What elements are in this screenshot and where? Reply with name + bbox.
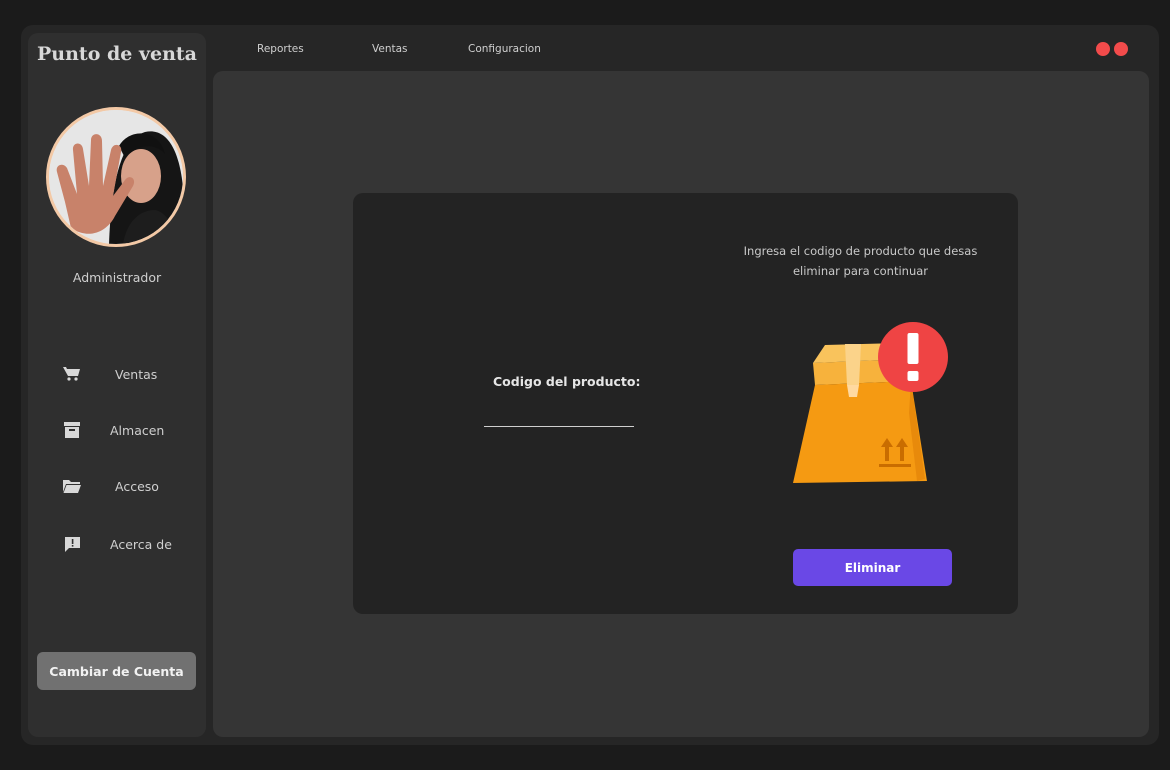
sidebar: Punto de venta Administrador Ventas Alma… (28, 33, 206, 737)
sidebar-item-ventas[interactable]: Ventas (62, 361, 202, 387)
folder-icon (62, 477, 82, 495)
archive-icon (62, 421, 82, 439)
avatar-photo (49, 110, 183, 244)
close-button[interactable] (1114, 42, 1128, 56)
sidebar-item-almacen[interactable]: Almacen (62, 417, 202, 443)
sidebar-item-acerca-de[interactable]: Acerca de (62, 531, 202, 557)
delete-button[interactable]: Eliminar (793, 549, 952, 586)
app-title: Punto de venta (37, 43, 197, 65)
user-name: Administrador (72, 270, 162, 285)
topnav-item-ventas[interactable]: Ventas (372, 43, 408, 55)
sidebar-item-label: Almacen (110, 422, 165, 438)
cart-icon (62, 365, 82, 383)
topnav-item-reportes[interactable]: Reportes (257, 43, 304, 55)
feedback-icon (62, 535, 82, 553)
product-code-input[interactable] (484, 404, 634, 427)
badge-text: ! (785, 321, 786, 322)
avatar (46, 107, 186, 247)
sidebar-item-label: Acceso (115, 478, 159, 494)
sidebar-item-acceso[interactable]: Acceso (62, 473, 202, 499)
delete-product-card: Codigo del producto: Ingresa el codigo d… (353, 193, 1018, 614)
minimize-button[interactable] (1096, 42, 1110, 56)
topnav-item-configuracion[interactable]: Configuracion (468, 43, 541, 55)
product-code-label: Codigo del producto: (493, 374, 641, 389)
window-controls (1096, 42, 1128, 56)
sidebar-item-label: Acerca de (110, 536, 172, 552)
switch-account-button[interactable]: Cambiar de Cuenta (37, 652, 196, 690)
sidebar-item-label: Ventas (115, 366, 158, 382)
box-warning-icon: ! (785, 321, 955, 495)
instructions-text: Ingresa el codigo de producto que desas … (743, 244, 978, 278)
